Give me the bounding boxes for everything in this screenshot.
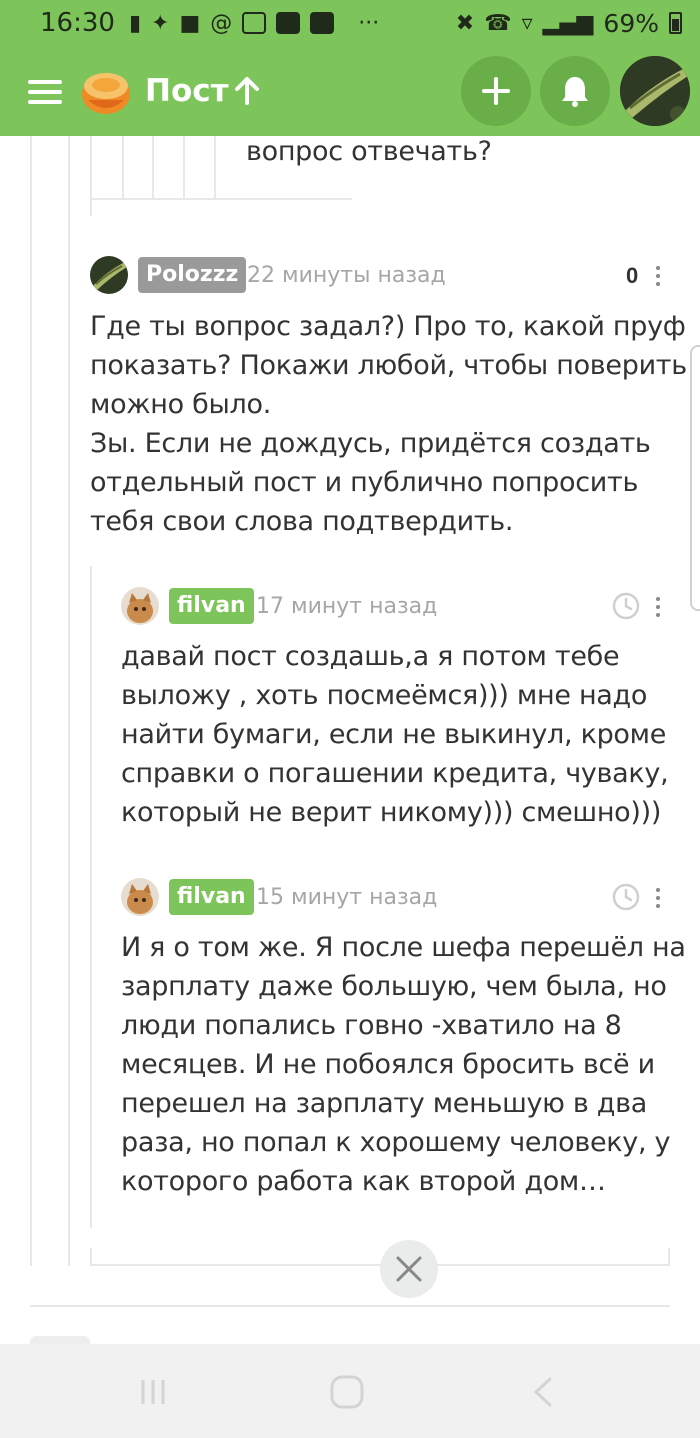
recent-apps-icon — [141, 1380, 165, 1404]
comment-time[interactable]: 22 минуты назад — [247, 263, 446, 288]
notification-icons: ▮ ✦ ■ @ ··· — [129, 11, 379, 36]
status-overflow: ··· — [358, 10, 380, 36]
thread-line — [214, 136, 216, 198]
bell-icon — [562, 77, 588, 107]
username-badge[interactable]: filvan — [169, 879, 254, 915]
add-post-button[interactable] — [461, 56, 531, 126]
close-icon — [396, 1256, 422, 1282]
username-badge[interactable]: filvan — [169, 588, 254, 624]
thread-line — [152, 136, 154, 198]
thread-line — [90, 566, 92, 1228]
wifi-icon: ▿ — [521, 10, 533, 36]
username-badge[interactable]: Polozzz — [138, 257, 247, 293]
status-bar: 16:30 ▮ ✦ ■ @ ··· ✖ ☎ ▿ ▂▄▆ 69% — [0, 0, 700, 46]
thread-line — [668, 1248, 670, 1266]
app-icon-oval — [276, 12, 301, 34]
thread-line — [122, 136, 124, 198]
comment-time[interactable]: 15 минут назад — [256, 885, 437, 910]
wifi-call-icon: ☎ — [484, 10, 512, 36]
battery-icon — [669, 12, 682, 34]
scrollbar-handle[interactable] — [690, 345, 700, 611]
signal-icon: ▂▄▆ — [542, 10, 594, 36]
comment-rating: 0 — [626, 263, 639, 288]
comment-text: Где ты вопрос задал?) Про то, какой пруф… — [90, 311, 687, 537]
status-time: 16:30 — [40, 8, 115, 38]
comment-time[interactable]: 17 минут назад — [256, 594, 437, 619]
video-icon: ■ — [179, 10, 201, 36]
sparkle-icon: ✦ — [151, 10, 170, 36]
app-header: Пост — [0, 46, 700, 136]
app-icon-smile — [310, 12, 335, 34]
scroll-up-icon[interactable] — [234, 76, 260, 106]
thread-line — [90, 136, 92, 216]
profile-avatar[interactable] — [620, 56, 690, 126]
more-options-icon[interactable] — [655, 597, 661, 619]
mute-icon: ✖ — [455, 10, 475, 36]
notifications-button[interactable] — [540, 56, 610, 126]
back-button[interactable] — [518, 1370, 568, 1414]
avatar[interactable] — [121, 878, 159, 916]
back-icon — [533, 1377, 552, 1407]
section-divider — [30, 1305, 670, 1307]
previous-comment-text: вопрос отвечать? — [246, 136, 492, 167]
collapse-thread-button[interactable] — [380, 1240, 438, 1298]
avatar[interactable] — [90, 256, 128, 294]
battery-percent: 69% — [603, 8, 659, 38]
thread-divider — [90, 198, 352, 200]
more-options-icon[interactable] — [655, 888, 661, 910]
thread-line — [183, 136, 185, 198]
recent-apps-button[interactable] — [128, 1370, 178, 1414]
message-icon: ▮ — [128, 10, 142, 36]
avatar[interactable] — [121, 587, 159, 625]
home-button[interactable] — [322, 1370, 372, 1414]
comment-text: И я о том же. Я после шефа перешёл на за… — [121, 932, 686, 1197]
plus-icon — [482, 77, 510, 105]
clock-icon — [612, 883, 640, 911]
page-title: Пост — [145, 73, 229, 109]
at-icon: @ — [210, 10, 233, 36]
pikabu-logo[interactable] — [80, 66, 132, 116]
thread-line — [68, 136, 70, 1266]
more-options-icon[interactable] — [655, 266, 661, 288]
thread-line — [90, 1248, 92, 1266]
app-icon-4 — [242, 12, 267, 34]
menu-icon[interactable] — [28, 80, 62, 104]
clock-icon — [612, 592, 640, 620]
thread-line — [30, 136, 32, 1266]
home-icon — [330, 1375, 364, 1409]
comment-text: давай пост создашь,а я потом тебе выложу… — [121, 641, 669, 828]
